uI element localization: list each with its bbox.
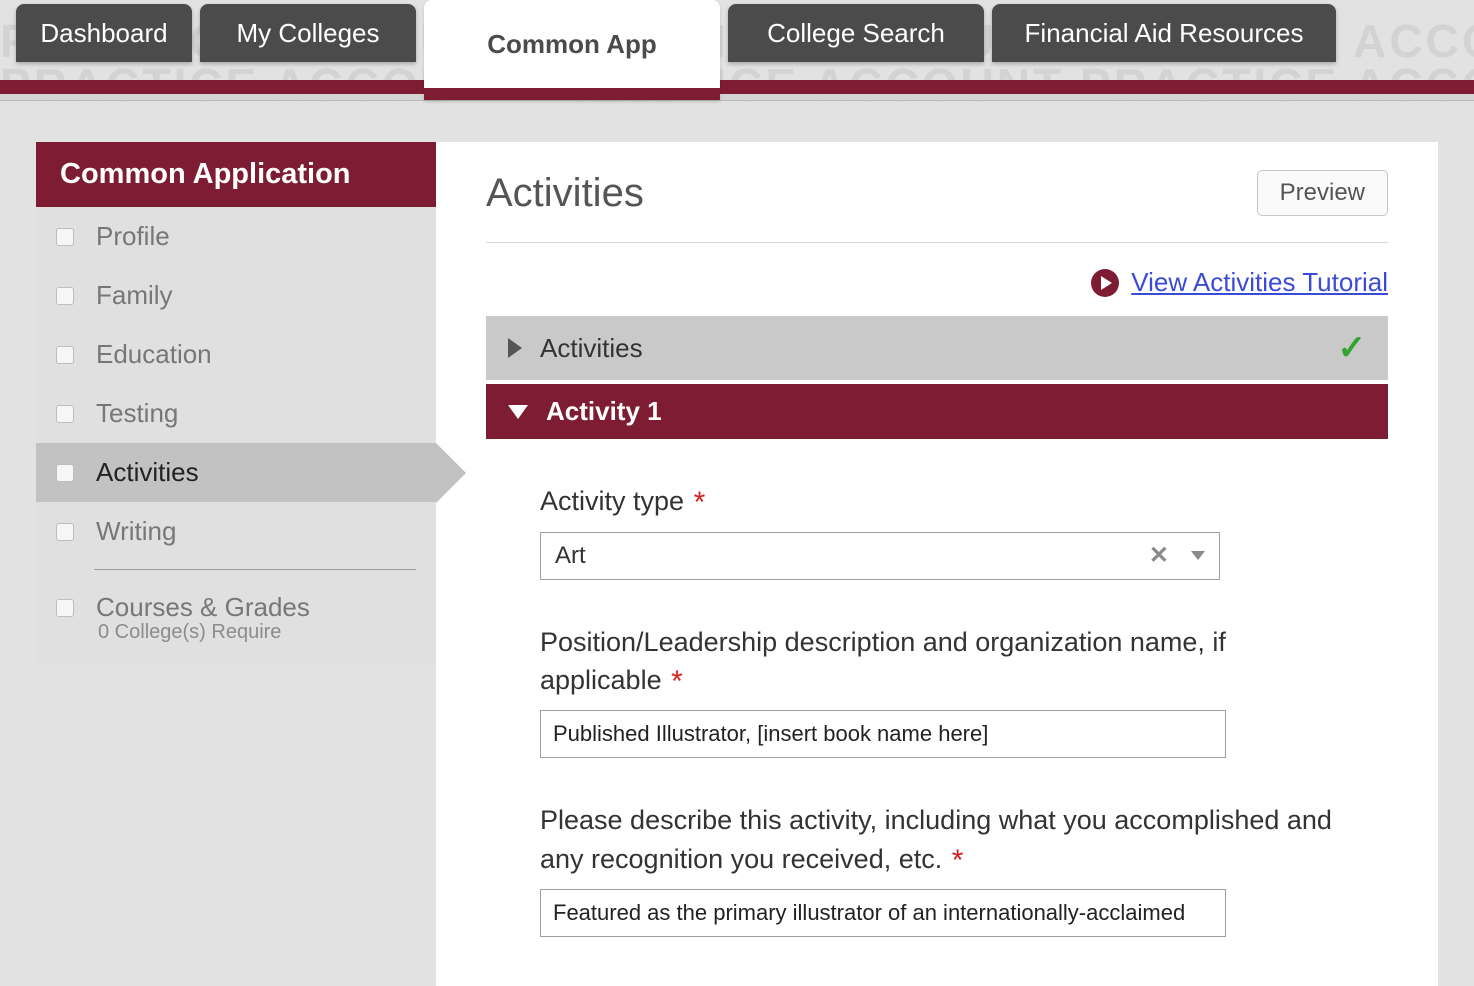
label-text: Please describe this activity, including… (540, 805, 1332, 873)
clear-icon[interactable]: ✕ (1149, 541, 1169, 570)
checkbox-icon (56, 228, 74, 246)
required-asterisk: * (694, 486, 706, 519)
sidebar-item-label: Courses & Grades (96, 592, 310, 623)
checkbox-icon (56, 599, 74, 617)
sidebar-divider (94, 569, 416, 570)
content-panel: Activities Preview View Activities Tutor… (436, 142, 1438, 986)
sidebar-item-label: Family (96, 280, 173, 311)
select-value: Art (555, 542, 586, 570)
header-divider (0, 94, 1474, 101)
required-asterisk: * (952, 844, 964, 877)
sidebar-item-label: Profile (96, 221, 170, 252)
tab-my-colleges[interactable]: My Colleges (200, 4, 416, 62)
sidebar-item-label: Testing (96, 398, 178, 429)
required-asterisk: * (671, 665, 683, 698)
sidebar-item-courses-grades[interactable]: Courses & Grades (36, 578, 436, 627)
tab-common-app[interactable]: Common App (424, 0, 720, 100)
checkbox-icon (56, 346, 74, 364)
chevron-right-icon (508, 338, 522, 358)
label-text: Position/Leadership description and orga… (540, 627, 1226, 695)
tutorial-link-row: View Activities Tutorial (486, 267, 1388, 298)
checkbox-icon (56, 523, 74, 541)
play-icon (1091, 269, 1119, 297)
chevron-down-icon (508, 405, 528, 419)
section-label: Activities (540, 333, 643, 364)
sidebar-item-label: Education (96, 339, 212, 370)
activity-form: Activity type * Art ✕ Position/Leadershi… (486, 439, 1388, 937)
sidebar-item-label: Writing (96, 516, 176, 547)
section-activity-1-header[interactable]: Activity 1 (486, 384, 1388, 439)
sidebar-courses-subtext: 0 College(s) Require (36, 621, 436, 664)
page-title: Activities (486, 171, 644, 216)
content-header: Activities Preview (486, 170, 1388, 243)
checkbox-icon (56, 287, 74, 305)
describe-input[interactable] (540, 889, 1226, 937)
chevron-down-icon[interactable] (1191, 551, 1205, 560)
sidebar-item-label: Activities (96, 457, 199, 488)
sidebar-item-testing[interactable]: Testing (36, 384, 436, 443)
position-input[interactable] (540, 710, 1226, 758)
check-icon: ✓ (1338, 328, 1367, 368)
view-tutorial-link[interactable]: View Activities Tutorial (1131, 267, 1388, 298)
sidebar-item-profile[interactable]: Profile (36, 207, 436, 266)
section-activities-header[interactable]: Activities ✓ (486, 316, 1388, 380)
sidebar: Common Application Profile Family Educat… (36, 142, 436, 664)
checkbox-icon (56, 405, 74, 423)
sidebar-item-education[interactable]: Education (36, 325, 436, 384)
tab-college-search[interactable]: College Search (728, 4, 984, 62)
activity-type-label: Activity type * (540, 481, 1334, 522)
section-label: Activity 1 (546, 396, 662, 427)
sidebar-item-writing[interactable]: Writing (36, 502, 436, 561)
describe-label: Please describe this activity, including… (540, 802, 1334, 879)
sidebar-item-activities[interactable]: Activities (36, 443, 436, 502)
top-tab-bar: Dashboard My Colleges Common App College… (0, 0, 1474, 90)
checkbox-icon (56, 464, 74, 482)
page-body: Common Application Profile Family Educat… (36, 142, 1438, 986)
preview-button[interactable]: Preview (1257, 170, 1388, 216)
sidebar-title: Common Application (36, 142, 436, 207)
position-label: Position/Leadership description and orga… (540, 624, 1334, 701)
sidebar-item-family[interactable]: Family (36, 266, 436, 325)
tab-dashboard[interactable]: Dashboard (16, 4, 192, 62)
tab-financial-aid[interactable]: Financial Aid Resources (992, 4, 1336, 62)
label-text: Activity type (540, 486, 684, 516)
activity-type-select[interactable]: Art ✕ (540, 532, 1220, 580)
